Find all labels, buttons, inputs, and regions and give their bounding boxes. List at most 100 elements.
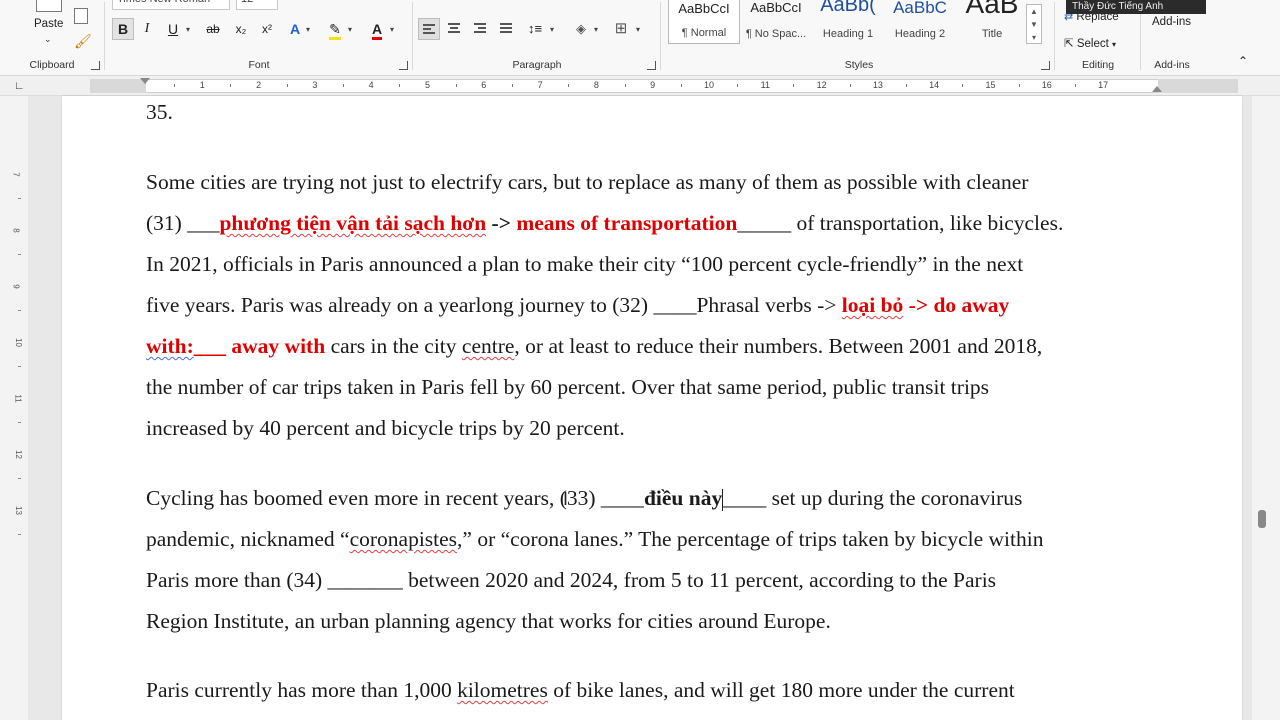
ruler-tick [849,84,851,87]
ruler-right-margin [1158,79,1238,93]
ruler-tick [399,84,401,87]
addins-button[interactable]: Add-ins [1152,16,1191,28]
paste-button[interactable]: Paste [34,18,63,30]
format-painter-icon[interactable]: 🖌 [74,33,92,50]
p1-line1: Some cities are trying not just to elect… [146,170,1029,194]
clipboard-dialog-launcher-icon[interactable] [91,61,100,70]
vertical-ruler-tick [18,366,21,367]
p3-line1b: of bike lanes, and will get 180 more und… [547,678,1015,702]
ruler-number: 5 [424,80,430,90]
ruler-number: 8 [593,80,599,90]
mouse-ibeam-cursor: Ι [563,489,569,509]
superscript-button[interactable]: x² [256,18,278,40]
ruler-number: 11 [760,80,770,90]
borders-chevron-icon[interactable]: ▾ [636,25,640,34]
ruler-number: 3 [312,80,318,90]
ruler-number: 7 [537,80,543,90]
ruler-number: 17 [1098,80,1109,90]
shading-icon[interactable]: ◈ [570,18,592,40]
select-chevron-icon: ▾ [1112,40,1117,49]
font-dialog-launcher-icon[interactable] [399,61,408,70]
shading-chevron-icon[interactable]: ▾ [594,25,598,34]
ruler-tick [906,84,908,87]
line-spacing-icon[interactable]: ↕≡ [524,18,546,40]
ruler-tick [1074,84,1076,87]
select-cursor-icon: ⇱ [1064,38,1074,50]
text-effects-icon[interactable]: A [284,18,306,40]
paragraph-1[interactable]: Some cities are trying not just to elect… [146,162,1166,449]
underline-chevron-icon[interactable]: ▾ [186,25,190,34]
select-button[interactable]: ⇱ Select ▾ [1064,36,1116,50]
clipboard-group-label: Clipboard [29,59,75,71]
collapse-ribbon-chevron-icon[interactable]: ⌃ [1238,54,1248,68]
justify-button[interactable] [496,18,518,40]
vertical-scrollbar-thumb[interactable] [1258,510,1266,528]
line-number-35: 35. [146,100,173,124]
subscript-button[interactable]: x₂ [230,18,252,40]
underline-button[interactable]: U [162,18,184,40]
p3-line1a: Paris currently has more than 1,000 [146,678,458,702]
paragraph-dialog-launcher-icon[interactable] [647,61,656,70]
font-name-box[interactable]: Times New Roman [112,0,230,10]
presenter-overlay: Thầy Đức Tiếng Anh [1066,0,1206,14]
ruler-number: 15 [985,80,996,90]
paragraph-3[interactable]: Paris currently has more than 1,000 kilo… [146,670,1166,711]
ribbon-divider [1054,2,1055,70]
highlight-color-icon[interactable]: ✎ [324,18,346,40]
align-right-button[interactable] [470,18,492,40]
font-size-box[interactable]: 12 [236,0,278,10]
vertical-ruler-number: 10 [13,338,23,347]
vertical-ruler-tick [18,198,21,199]
ruler-tick [174,84,176,87]
ribbon: Paste ⌄ 🖌 Clipboard Times New Roman 12 B… [0,0,1280,76]
paragraph-2[interactable]: Cycling has boomed even more in recent y… [146,478,1166,642]
p1-answer-32b: with: [146,334,194,358]
p2-note-33: điều này [643,486,723,510]
p1-blank-31: (31) ___ [146,211,220,235]
ruler-number: 16 [1041,80,1052,90]
styles-dialog-launcher-icon[interactable] [1041,61,1050,70]
ribbon-divider [412,2,413,70]
paste-icon[interactable] [36,0,62,12]
copy-icon[interactable] [74,8,88,24]
p1-answer-32a: -> do away [903,293,1010,317]
tab-selector-icon[interactable]: ∟ [14,80,25,92]
align-center-button[interactable] [444,18,466,40]
ruler-tick [793,84,795,87]
vertical-ruler-tick [18,254,21,255]
ruler-number: 13 [872,80,883,90]
text-effects-chevron-icon[interactable]: ▾ [306,25,310,34]
ruler-tick [230,84,232,87]
vertical-ruler-number: 13 [13,506,23,515]
paste-options-chevron-icon[interactable]: ⌄ [44,34,52,45]
ruler-tick [624,84,626,87]
align-left-button[interactable] [418,18,440,40]
select-label: Select [1076,38,1109,50]
strikethrough-button[interactable]: ab [202,18,224,40]
p1-vietnamese-note: phương tiện vận tải sạch hơn [219,211,487,235]
font-color-chevron-icon[interactable]: ▾ [390,25,394,34]
p3-kilometres: kilometres [457,678,548,702]
font-group: Times New Roman 12 B I U ▾ ab x₂ x² A ▾ … [106,0,412,76]
ruler-tick [962,84,964,87]
addins-group-label: Add-ins [1154,59,1190,71]
vertical-ruler-number: 7 [11,172,21,177]
p1-vietnamese-note-2: loại bỏ [841,293,904,317]
italic-button[interactable]: I [136,18,158,40]
font-color-icon[interactable]: A [366,18,388,40]
borders-icon[interactable]: ⊞ [610,18,632,40]
ruler-number: 9 [650,80,656,90]
p1-line6: the number of car trips taken in Paris f… [146,375,990,399]
bold-button[interactable]: B [112,18,134,40]
line-spacing-chevron-icon[interactable]: ▾ [550,25,554,34]
p1-arrow: -> [486,211,517,235]
highlight-chevron-icon[interactable]: ▾ [348,25,352,34]
vertical-ruler-number: 9 [11,284,21,289]
ruler-number: 10 [703,80,714,90]
clipboard-group: Paste ⌄ 🖌 Clipboard [0,0,104,76]
first-line-indent-marker[interactable] [140,78,150,84]
p2-line2a: pandemic, nicknamed “ [146,527,350,551]
p1-blank-32: ___ away with [193,334,326,358]
p1-line4: five years. Paris was already on a yearl… [146,293,842,317]
ruler-number: 14 [929,80,940,90]
